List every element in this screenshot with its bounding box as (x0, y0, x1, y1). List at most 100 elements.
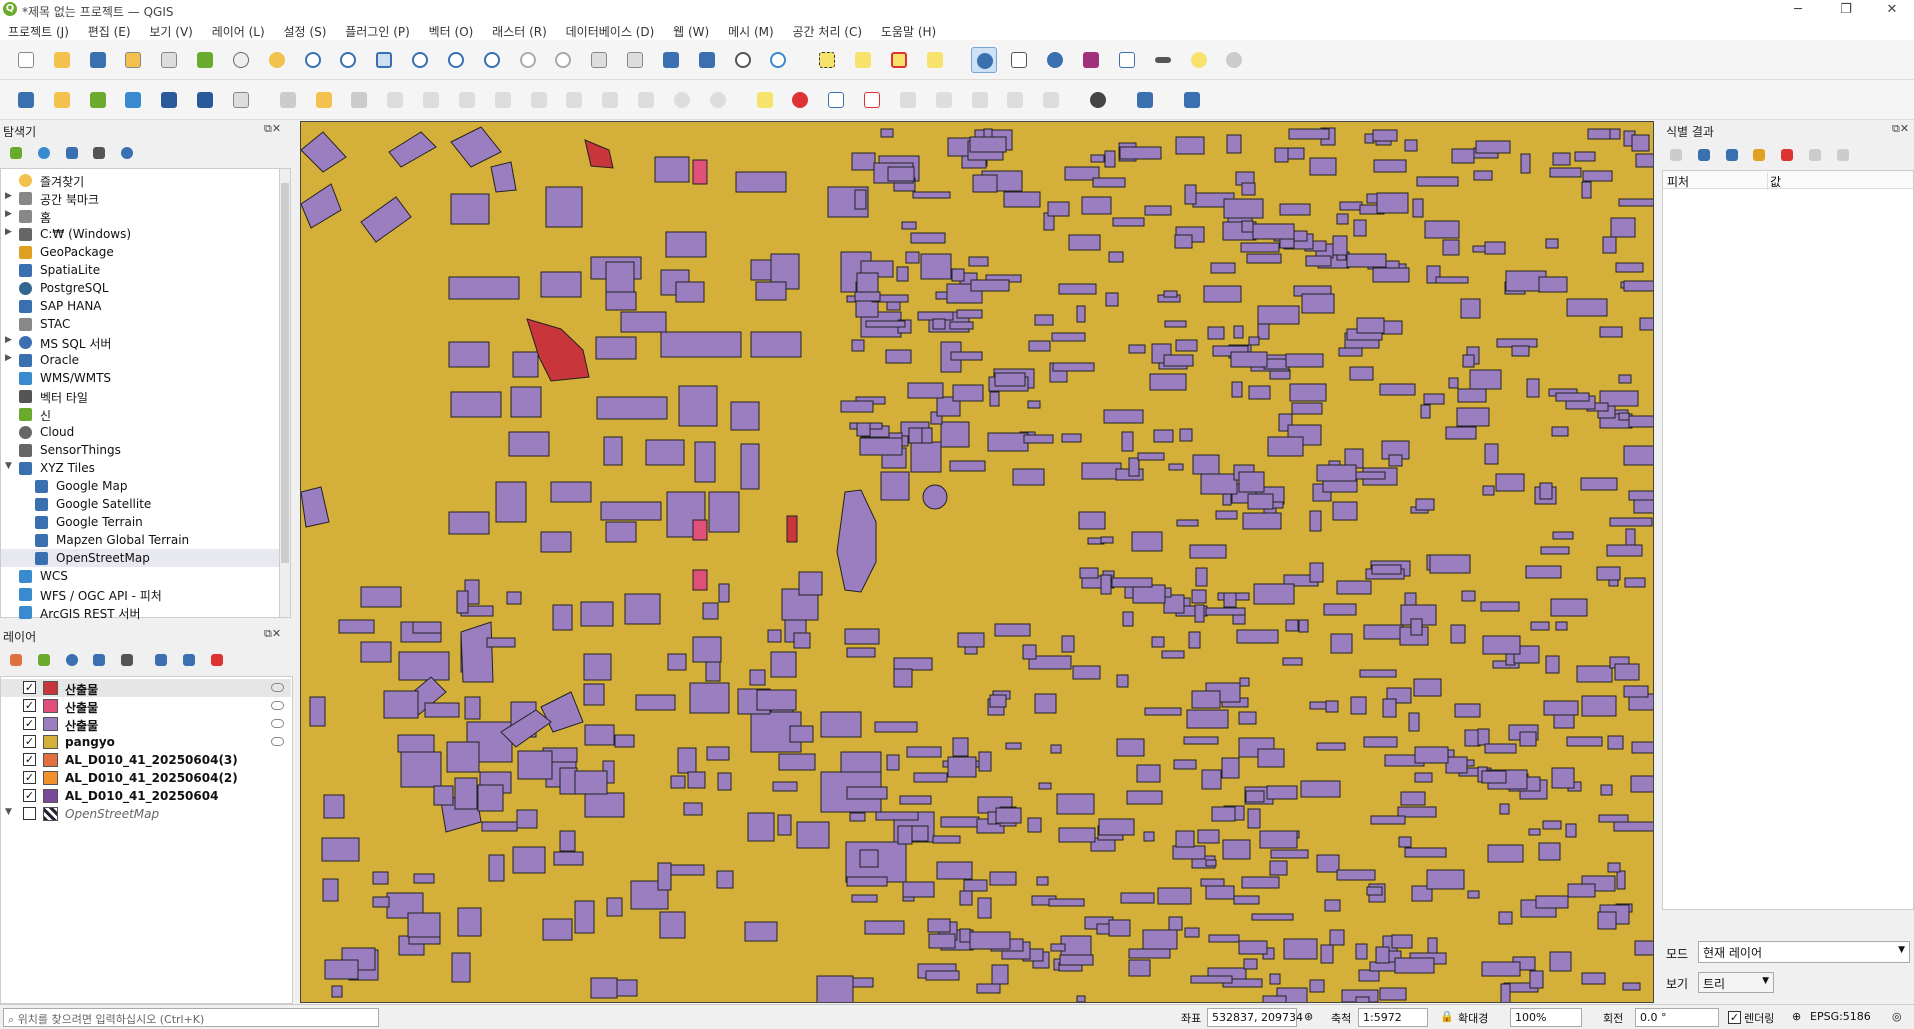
text-annotation-icon[interactable] (1221, 47, 1247, 73)
menu-layer[interactable]: 레이어 (L) (212, 25, 265, 39)
layer-visibility-checkbox[interactable]: ✓ (23, 681, 36, 694)
properties-info-icon[interactable] (117, 144, 137, 162)
change-label-icon[interactable] (1002, 87, 1028, 113)
expand-sel-icon[interactable] (1749, 146, 1769, 164)
expand-all-icon[interactable] (151, 651, 171, 669)
layer-filter-indicator-icon[interactable] (271, 719, 284, 728)
layer-row[interactable]: ✓ AL_D010_41_20250604(2) (1, 769, 291, 787)
layer-row[interactable]: ✓ AL_D010_41_20250604 (1, 787, 291, 805)
browser-item[interactable]: 벡터 타일 (1, 387, 279, 405)
add-raster-layer-icon[interactable] (156, 87, 182, 113)
show-bookmarks-icon[interactable] (694, 47, 720, 73)
browser-item[interactable]: 신 (1, 405, 279, 423)
browser-scrollbar[interactable] (279, 168, 291, 618)
cut-features-icon[interactable] (561, 87, 587, 113)
crs-globe-icon[interactable]: ⊕ (1792, 1010, 1801, 1023)
browser-item[interactable]: Mapzen Global Terrain (1, 531, 279, 549)
new-shapefile-layer-icon[interactable] (85, 87, 111, 113)
copy-features-icon[interactable] (597, 87, 623, 113)
panel-float-close-icon[interactable]: ⧉✕ (264, 122, 281, 136)
menu-processing[interactable]: 공간 처리 (C) (793, 25, 863, 39)
locator-search-input[interactable]: ⌕ 위치를 찾으려면 입력하십시오 (Ctrl+K) (3, 1008, 379, 1027)
layer-filter-indicator-icon[interactable] (271, 701, 284, 710)
undo-icon[interactable] (669, 87, 695, 113)
pin-labels-icon[interactable] (859, 87, 885, 113)
browser-item[interactable]: ▶ Oracle (1, 351, 279, 369)
collapsed-arrow-icon[interactable]: ▶ (5, 209, 12, 219)
add-vector-layer-icon[interactable] (120, 87, 146, 113)
layout-manager-icon[interactable] (156, 47, 182, 73)
toggle-editing-icon[interactable] (311, 87, 337, 113)
browser-item[interactable]: Cloud (1, 423, 279, 441)
move-label-icon[interactable] (931, 87, 957, 113)
browser-item[interactable]: ▼ XYZ Tiles (1, 459, 279, 477)
menu-plugins[interactable]: 플러그인 (P) (345, 25, 410, 39)
remove-layer-icon[interactable] (207, 651, 227, 669)
attribute-table-icon[interactable] (1006, 47, 1032, 73)
pan-hand-icon[interactable] (228, 47, 254, 73)
add-wms-layer-icon[interactable] (192, 87, 218, 113)
open-layer-styling-icon[interactable] (6, 651, 26, 669)
browser-item[interactable]: 즐겨찾기 (1, 171, 279, 189)
magnifier-spinbox[interactable]: 100% (1510, 1008, 1582, 1027)
browser-item[interactable]: ArcGIS REST 서버 (1, 603, 279, 621)
minimize-button[interactable]: ─ (1776, 0, 1820, 20)
layer-visibility-checkbox[interactable]: ✓ (23, 753, 36, 766)
current-edits-icon[interactable] (275, 87, 301, 113)
collapsed-arrow-icon[interactable]: ▶ (5, 227, 12, 237)
delete-selected-icon[interactable] (526, 87, 552, 113)
processing-toolbox-icon[interactable] (1042, 47, 1068, 73)
save-edits-icon[interactable] (346, 87, 372, 113)
python-console-icon[interactable] (1132, 87, 1158, 113)
collapsed-arrow-icon[interactable]: ▶ (5, 335, 12, 345)
menu-help[interactable]: 도움말 (H) (881, 25, 936, 39)
menu-settings[interactable]: 설정 (S) (284, 25, 327, 39)
highlight-pinned-labels-icon[interactable] (823, 87, 849, 113)
render-checkbox[interactable]: ✓ (1728, 1011, 1741, 1024)
expanded-arrow-icon[interactable]: ▼ (5, 807, 12, 817)
zoom-native-icon[interactable] (479, 47, 505, 73)
temporal-controller-icon[interactable] (730, 47, 756, 73)
browser-item[interactable]: ▶ 홈 (1, 207, 279, 225)
pan-to-selection-icon[interactable] (264, 47, 290, 73)
browser-item[interactable]: ▶ C:₩ (Windows) (1, 225, 279, 243)
map-tips-icon[interactable] (1186, 47, 1212, 73)
layer-row[interactable]: ✓ AL_D010_41_20250604(3) (1, 751, 291, 769)
measure-line-icon[interactable] (1150, 47, 1176, 73)
scale-combo[interactable]: 1:5972 (1358, 1008, 1428, 1027)
add-group-icon[interactable] (34, 651, 54, 669)
zoom-next-icon[interactable] (550, 47, 576, 73)
change-label-props-icon[interactable] (1038, 87, 1064, 113)
menu-vector[interactable]: 벡터 (O) (429, 25, 474, 39)
menu-edit[interactable]: 편집 (E) (88, 25, 131, 39)
collapse-all-layers-icon[interactable] (179, 651, 199, 669)
collapse-all-icon[interactable] (89, 144, 109, 162)
data-source-manager-icon[interactable] (13, 87, 39, 113)
browser-item[interactable]: ▶ 공간 북마크 (1, 189, 279, 207)
browser-item[interactable]: STAC (1, 315, 279, 333)
vertex-tool-icon[interactable] (454, 87, 480, 113)
layer-visibility-checkbox[interactable]: ✓ (23, 717, 36, 730)
mode-select[interactable]: 현재 레이어 ▼ (1698, 941, 1910, 963)
menu-project[interactable]: 프로젝트 (J) (8, 25, 69, 39)
manage-map-themes-icon[interactable] (62, 651, 82, 669)
print-results-icon[interactable] (1833, 146, 1853, 164)
zoom-layer-icon[interactable] (443, 47, 469, 73)
expand-new-icon[interactable] (1694, 146, 1714, 164)
identify-float-close-icon[interactable]: ⧉✕ (1892, 122, 1909, 136)
layer-visibility-checkbox[interactable]: ✓ (23, 789, 36, 802)
new-print-layout-icon[interactable] (120, 47, 146, 73)
browser-item[interactable]: WMS/WMTS (1, 369, 279, 387)
layer-visibility-checkbox[interactable] (23, 807, 36, 820)
restore-button[interactable]: ❐ (1824, 0, 1868, 20)
label-toolbar-icon[interactable] (752, 87, 778, 113)
menu-database[interactable]: 데이터베이스 (D) (566, 25, 655, 39)
digitize-icon[interactable] (382, 87, 408, 113)
layer-row[interactable]: ▼ OpenStreetMap (1, 805, 291, 823)
collapsed-arrow-icon[interactable]: ▶ (5, 191, 12, 201)
refresh-icon[interactable] (765, 47, 791, 73)
identify-features-icon[interactable] (970, 47, 997, 73)
zoom-out-icon[interactable] (335, 47, 361, 73)
browser-item[interactable]: WCS (1, 567, 279, 585)
show-hide-labels-icon[interactable] (895, 87, 921, 113)
